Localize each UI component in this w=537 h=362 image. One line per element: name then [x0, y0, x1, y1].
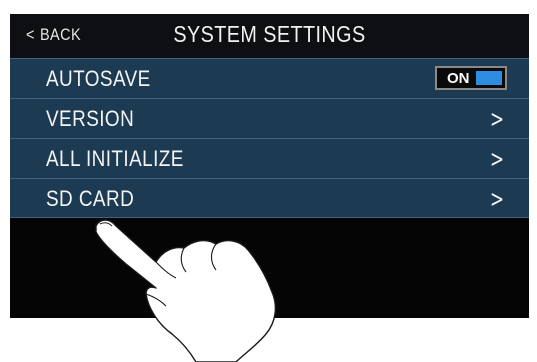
chevron-left-icon: < — [26, 25, 35, 44]
settings-item-version[interactable]: VERSION > — [10, 98, 529, 138]
autosave-toggle[interactable]: ON — [435, 66, 507, 90]
settings-item-label: AUTOSAVE — [46, 66, 151, 91]
settings-item-all-initialize[interactable]: ALL INITIALIZE > — [10, 138, 529, 178]
toggle-knob — [476, 71, 502, 85]
device-screen: < BACK SYSTEM SETTINGS AUTOSAVE ON VERSIO… — [10, 14, 529, 318]
settings-list: AUTOSAVE ON VERSION > ALL INITIALIZE > S… — [10, 58, 529, 218]
settings-item-sd-card[interactable]: SD CARD > — [10, 178, 529, 218]
settings-item-label: ALL INITIALIZE — [46, 146, 184, 171]
toggle-state-label: ON — [447, 70, 470, 87]
chevron-right-icon: > — [489, 145, 504, 173]
header-bar: < BACK SYSTEM SETTINGS — [10, 14, 529, 58]
chevron-right-icon: > — [489, 185, 504, 213]
page-title: SYSTEM SETTINGS — [173, 21, 366, 47]
settings-item-label: SD CARD — [46, 186, 135, 211]
chevron-right-icon: > — [489, 105, 504, 133]
settings-item-autosave[interactable]: AUTOSAVE ON — [10, 58, 529, 98]
settings-item-label: VERSION — [46, 106, 135, 131]
